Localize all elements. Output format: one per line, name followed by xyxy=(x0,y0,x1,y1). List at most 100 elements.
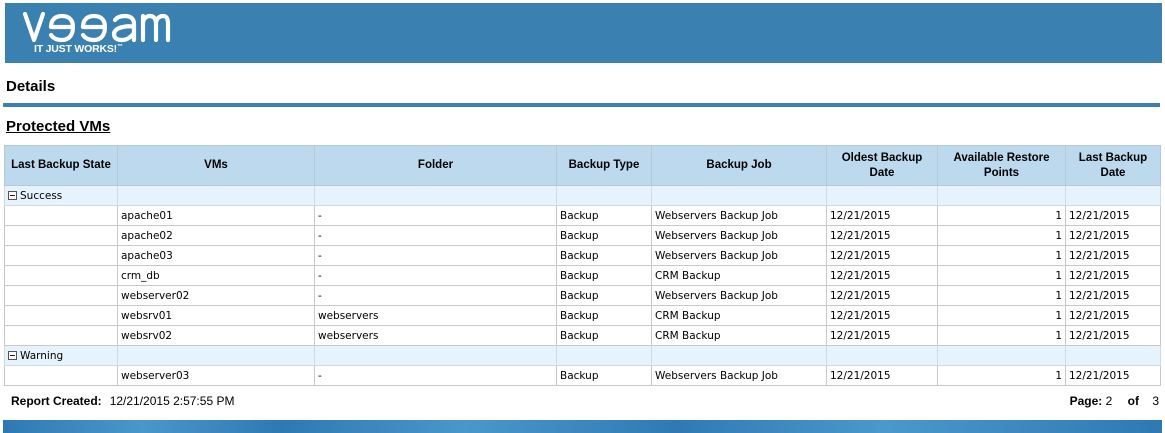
column-header[interactable]: Oldest Backup Date xyxy=(826,145,938,186)
group-header-cell[interactable]: Success xyxy=(4,185,118,206)
group-state-label: Success xyxy=(20,189,63,202)
table-row[interactable]: apache03- Backup Webservers Backup Job 12/2… xyxy=(4,245,1161,266)
cell-last-backup: 12/21/2015 xyxy=(1065,325,1161,346)
cell-backup-type: Backup xyxy=(556,205,652,226)
table-row[interactable]: websrv02 webservers Backup CRM Backup 12/21/… xyxy=(4,325,1161,346)
cell-backup-job: CRM Backup xyxy=(651,265,827,286)
report-created: Report Created: 12/21/2015 2:57:55 PM xyxy=(11,394,234,408)
column-header[interactable]: Available Restore Points xyxy=(937,145,1066,186)
cell-vm: apache01 xyxy=(117,205,315,226)
table-row[interactable]: apache01- Backup Webservers Backup Job 12/2… xyxy=(4,205,1161,226)
cell-folder: webservers xyxy=(314,325,557,346)
cell-oldest-backup: 12/21/2015 xyxy=(826,325,938,346)
cell-backup-job: Webservers Backup Job xyxy=(651,365,827,386)
cell-last-backup: 12/21/2015 xyxy=(1065,205,1161,226)
column-header[interactable]: VMs xyxy=(117,145,315,186)
collapse-minus-icon[interactable] xyxy=(8,190,17,200)
cell-backup-job: Webservers Backup Job xyxy=(651,225,827,246)
group-header-cell[interactable]: Warning xyxy=(4,345,118,366)
column-header[interactable]: Folder xyxy=(314,145,557,186)
table-row[interactable]: webserver02- Backup Webservers Backup Job 1… xyxy=(4,285,1161,306)
cell-folder: - xyxy=(314,225,557,246)
subsection-title: Protected VMs xyxy=(6,118,111,135)
table-header-row: Last Backup State VMs Folder Backup Type… xyxy=(4,145,1161,186)
cell-restore-points: 1 xyxy=(937,365,1066,386)
cell-folder: - xyxy=(314,265,557,286)
cell-backup-type: Backup xyxy=(556,365,652,386)
cell-oldest-backup: 12/21/2015 xyxy=(826,205,938,226)
cell-folder: - xyxy=(314,365,557,386)
cell-backup-type: Backup xyxy=(556,325,652,346)
group-state-label: Warning xyxy=(20,349,64,362)
page-label: Page: xyxy=(1069,394,1103,408)
column-header[interactable]: Backup Type xyxy=(556,145,652,186)
table-body: Success apache01- Backup Webservers Backup … xyxy=(4,185,1161,386)
cell-last-backup: 12/21/2015 xyxy=(1065,265,1161,286)
cell-restore-points: 1 xyxy=(937,225,1066,246)
empty-cell xyxy=(117,345,315,366)
report-header-banner: IT JUST WORKS!™ xyxy=(5,3,1162,63)
cell-vm: webserver03 xyxy=(117,365,315,386)
empty-cell xyxy=(556,185,652,206)
cell-folder: - xyxy=(314,205,557,226)
cell-restore-points: 1 xyxy=(937,265,1066,286)
page-of-label: of xyxy=(1127,394,1139,408)
footer-banner xyxy=(3,420,1162,433)
cell-vm: apache02 xyxy=(117,225,315,246)
cell-oldest-backup: 12/21/2015 xyxy=(826,265,938,286)
cell-folder: - xyxy=(314,245,557,266)
cell-oldest-backup: 12/21/2015 xyxy=(826,225,938,246)
trademark-mark: ™ xyxy=(116,44,123,50)
cell-vm: crm_db xyxy=(117,265,315,286)
empty-cell xyxy=(556,345,652,366)
cell-restore-points: 1 xyxy=(937,305,1066,326)
table-row[interactable]: apache02- Backup Webservers Backup Job 12/2… xyxy=(4,225,1161,246)
state-cell xyxy=(4,265,118,286)
table-row[interactable]: webserver03- Backup Webservers Backup Job 1… xyxy=(4,365,1161,386)
cell-restore-points: 1 xyxy=(937,245,1066,266)
column-header[interactable]: Last Backup Date xyxy=(1065,145,1161,186)
cell-backup-job: Webservers Backup Job xyxy=(651,245,827,266)
cell-last-backup: 12/21/2015 xyxy=(1065,225,1161,246)
empty-cell xyxy=(826,345,938,366)
group-row-success[interactable]: Success xyxy=(4,185,1161,206)
logo-tagline: IT JUST WORKS!™ xyxy=(34,43,123,55)
empty-cell xyxy=(314,345,557,366)
cell-oldest-backup: 12/21/2015 xyxy=(826,305,938,326)
cell-oldest-backup: 12/21/2015 xyxy=(826,365,938,386)
table-row[interactable]: websrv01 webservers Backup CRM Backup 12/21/… xyxy=(4,305,1161,326)
state-cell xyxy=(4,205,118,226)
cell-backup-job: Webservers Backup Job xyxy=(651,285,827,306)
empty-cell xyxy=(314,185,557,206)
column-header[interactable]: Backup Job xyxy=(651,145,827,186)
table-row[interactable]: crm_db - Backup CRM Backup 12/21/2015 1 12/21/… xyxy=(4,265,1161,286)
empty-cell xyxy=(117,185,315,206)
cell-restore-points: 1 xyxy=(937,325,1066,346)
page-current: 2 xyxy=(1105,394,1113,408)
group-row-warning[interactable]: Warning xyxy=(4,345,1161,366)
cell-backup-job: CRM Backup xyxy=(651,305,827,326)
cell-oldest-backup: 12/21/2015 xyxy=(826,285,938,306)
state-cell xyxy=(4,325,118,346)
empty-cell xyxy=(651,345,827,366)
empty-cell xyxy=(937,345,1066,366)
cell-backup-type: Backup xyxy=(556,285,652,306)
cell-vm: websrv02 xyxy=(117,325,315,346)
empty-cell xyxy=(937,185,1066,206)
report-created-label: Report Created: xyxy=(11,394,102,408)
report-created-value: 12/21/2015 2:57:55 PM xyxy=(109,394,235,408)
section-divider xyxy=(3,103,1160,107)
empty-cell xyxy=(826,185,938,206)
cell-backup-type: Backup xyxy=(556,265,652,286)
collapse-minus-icon[interactable] xyxy=(8,350,17,360)
cell-backup-type: Backup xyxy=(556,245,652,266)
state-cell xyxy=(4,225,118,246)
cell-oldest-backup: 12/21/2015 xyxy=(826,245,938,266)
state-cell xyxy=(4,365,118,386)
cell-last-backup: 12/21/2015 xyxy=(1065,245,1161,266)
cell-vm: websrv01 xyxy=(117,305,315,326)
cell-last-backup: 12/21/2015 xyxy=(1065,305,1161,326)
column-header[interactable]: Last Backup State xyxy=(4,145,118,186)
cell-last-backup: 12/21/2015 xyxy=(1065,285,1161,306)
state-cell xyxy=(4,285,118,306)
